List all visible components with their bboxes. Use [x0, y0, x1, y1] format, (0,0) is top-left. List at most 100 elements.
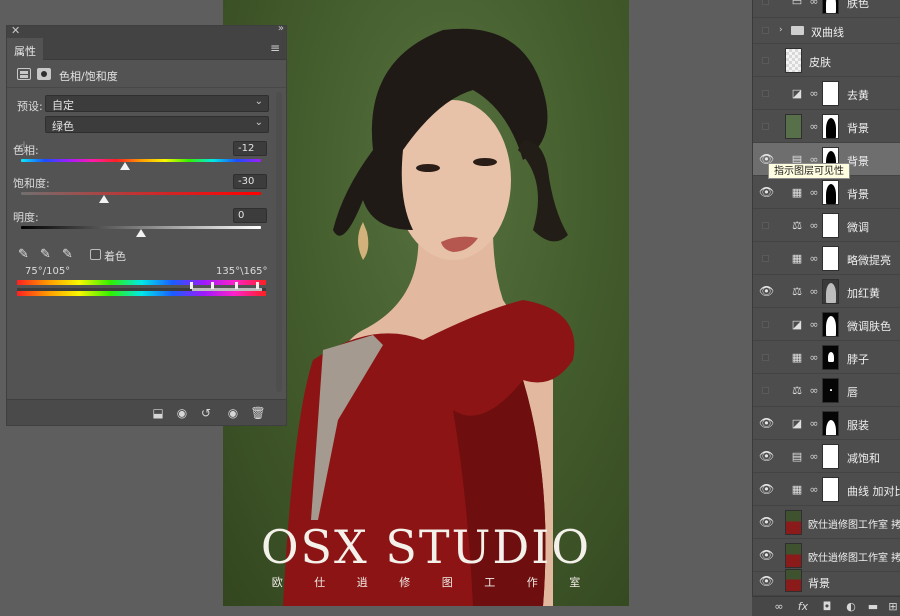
layer-row[interactable]: 👁 ▦ ∞ 背景 — [753, 176, 900, 209]
toggle-visibility-icon[interactable]: ◉ — [225, 405, 241, 421]
panel-scrollbar[interactable] — [276, 92, 282, 392]
add-mask-icon[interactable]: ◘ — [820, 600, 834, 614]
saturation-slider-track[interactable] — [21, 192, 261, 195]
visibility-toggle[interactable] — [762, 123, 769, 130]
new-adjustment-layer-icon[interactable]: ◐ — [844, 600, 858, 614]
eyedropper-subtract-icon[interactable]: ✎ — [62, 248, 76, 262]
lightness-input[interactable]: 0 — [233, 208, 267, 223]
link-icon[interactable]: ∞ — [809, 383, 819, 398]
colorize-checkbox[interactable] — [90, 249, 101, 260]
link-icon[interactable]: ∞ — [809, 449, 819, 464]
link-icon[interactable]: ∞ — [809, 482, 819, 497]
link-icon[interactable]: ∞ — [809, 185, 819, 200]
link-icon[interactable]: ∞ — [809, 218, 819, 233]
layer-row[interactable]: ◪ ∞ 微调肤色 — [753, 308, 900, 341]
layer-row[interactable]: ▦ ∞ 脖子 — [753, 341, 900, 374]
mask-icon[interactable] — [37, 68, 51, 80]
eye-icon[interactable]: 👁 — [759, 285, 774, 298]
link-icon[interactable]: ∞ — [809, 284, 819, 299]
new-layer-icon[interactable]: ⊞ — [886, 600, 900, 614]
eye-icon[interactable]: 👁 — [759, 575, 774, 588]
layer-row[interactable]: ▦ ∞ 略微提亮 — [753, 242, 900, 275]
layer-mask[interactable] — [822, 378, 839, 403]
layer-row[interactable]: 👁 ▤ ∞ 减饱和 — [753, 440, 900, 473]
hue-input[interactable]: -12 — [233, 141, 267, 156]
link-icon[interactable]: ∞ — [809, 119, 819, 134]
layer-row[interactable]: ⚖ ∞ 唇 — [753, 374, 900, 407]
layer-mask[interactable] — [822, 444, 839, 469]
layer-row[interactable]: 皮肤 — [753, 44, 900, 77]
layer-thumbnail[interactable] — [785, 114, 802, 139]
link-icon[interactable]: ∞ — [809, 86, 819, 101]
view-previous-icon[interactable]: ◉ — [174, 405, 190, 421]
fx-icon[interactable]: fx — [796, 600, 810, 614]
layer-mask[interactable] — [822, 81, 839, 106]
range-handle-right[interactable] — [256, 282, 259, 289]
layer-mask[interactable] — [822, 246, 839, 271]
range-handle-left[interactable] — [190, 282, 193, 289]
link-icon[interactable]: ∞ — [809, 0, 819, 9]
close-icon[interactable]: ✕ — [11, 24, 20, 37]
clip-to-layer-icon[interactable]: ⬓ — [150, 405, 166, 421]
eye-icon[interactable]: 👁 — [759, 516, 774, 529]
tab-properties[interactable]: 属性 — [7, 38, 43, 60]
layer-row[interactable]: ⚖ ∞ 微调 — [753, 209, 900, 242]
eye-icon[interactable]: 👁 — [759, 186, 774, 199]
lightness-slider-thumb[interactable] — [136, 229, 146, 237]
layer-row[interactable]: 👁 ⚖ ∞ 加红黄 — [753, 275, 900, 308]
hue-slider-track[interactable] — [21, 159, 261, 162]
layer-row[interactable]: ◪ ∞ 去黄 — [753, 77, 900, 110]
layer-mask[interactable] — [822, 213, 839, 238]
layer-thumbnail[interactable] — [785, 48, 802, 73]
saturation-input[interactable]: -30 — [233, 174, 267, 189]
layer-mask[interactable] — [822, 477, 839, 502]
visibility-toggle[interactable] — [762, 387, 769, 394]
visibility-toggle[interactable] — [762, 321, 769, 328]
reset-icon[interactable]: ↺ — [198, 405, 214, 421]
saturation-slider-thumb[interactable] — [99, 195, 109, 203]
link-icon[interactable]: ∞ — [809, 350, 819, 365]
layer-row[interactable]: 👁 背景 — [753, 565, 900, 596]
range-handle-inner-left[interactable] — [211, 282, 214, 289]
layer-mask[interactable] — [822, 345, 839, 370]
chevron-right-icon[interactable]: › — [779, 25, 783, 35]
layer-thumbnail[interactable] — [785, 510, 802, 535]
channel-dropdown[interactable]: 绿色 ⌄ — [45, 116, 269, 133]
layer-row[interactable]: 👁 欧仕逍修图工作室 拷贝 — [753, 506, 900, 539]
layer-mask[interactable] — [822, 279, 839, 304]
visibility-toggle[interactable] — [762, 222, 769, 229]
delete-icon[interactable]: 🗑 — [250, 405, 266, 421]
layer-mask[interactable] — [822, 312, 839, 337]
link-icon[interactable]: ∞ — [809, 251, 819, 266]
visibility-toggle[interactable] — [762, 90, 769, 97]
link-icon[interactable]: ∞ — [809, 317, 819, 332]
layer-group[interactable]: › 双曲线 — [753, 18, 900, 44]
layer-row[interactable]: 👁 ◪ ∞ 服装 — [753, 407, 900, 440]
visibility-toggle[interactable] — [762, 27, 769, 34]
hue-slider-thumb[interactable] — [120, 162, 130, 170]
panel-menu-icon[interactable]: ≡ — [270, 41, 280, 55]
visibility-toggle[interactable] — [762, 0, 769, 5]
link-layers-icon[interactable]: ∞ — [772, 600, 786, 614]
hue-saturation-icon[interactable] — [17, 68, 31, 80]
link-icon[interactable]: ∞ — [809, 416, 819, 431]
visibility-toggle[interactable] — [762, 255, 769, 262]
eye-icon[interactable]: 👁 — [759, 549, 774, 562]
range-handle-inner-right[interactable] — [235, 282, 238, 289]
panel-titlebar[interactable]: ✕ » — [7, 23, 286, 38]
eyedropper-add-icon[interactable]: ✎ — [40, 248, 54, 262]
eye-icon[interactable]: 👁 — [759, 483, 774, 496]
visibility-toggle[interactable] — [762, 57, 769, 64]
eye-icon[interactable]: 👁 — [759, 417, 774, 430]
layer-row[interactable]: 👁 ▦ ∞ 曲线 加对比 — [753, 473, 900, 506]
collapse-icon[interactable]: » — [278, 23, 284, 34]
layer-mask[interactable] — [822, 411, 839, 436]
layer-row[interactable]: ∞ 背景 — [753, 110, 900, 143]
layer-mask[interactable] — [822, 114, 839, 139]
layer-mask[interactable] — [822, 180, 839, 205]
preset-dropdown[interactable]: 自定 ⌄ — [45, 95, 269, 112]
new-group-icon[interactable]: ▬ — [866, 600, 880, 614]
layer-mask[interactable] — [822, 0, 839, 14]
visibility-toggle[interactable] — [762, 354, 769, 361]
eyedropper-icon[interactable]: ✎ — [18, 248, 32, 262]
